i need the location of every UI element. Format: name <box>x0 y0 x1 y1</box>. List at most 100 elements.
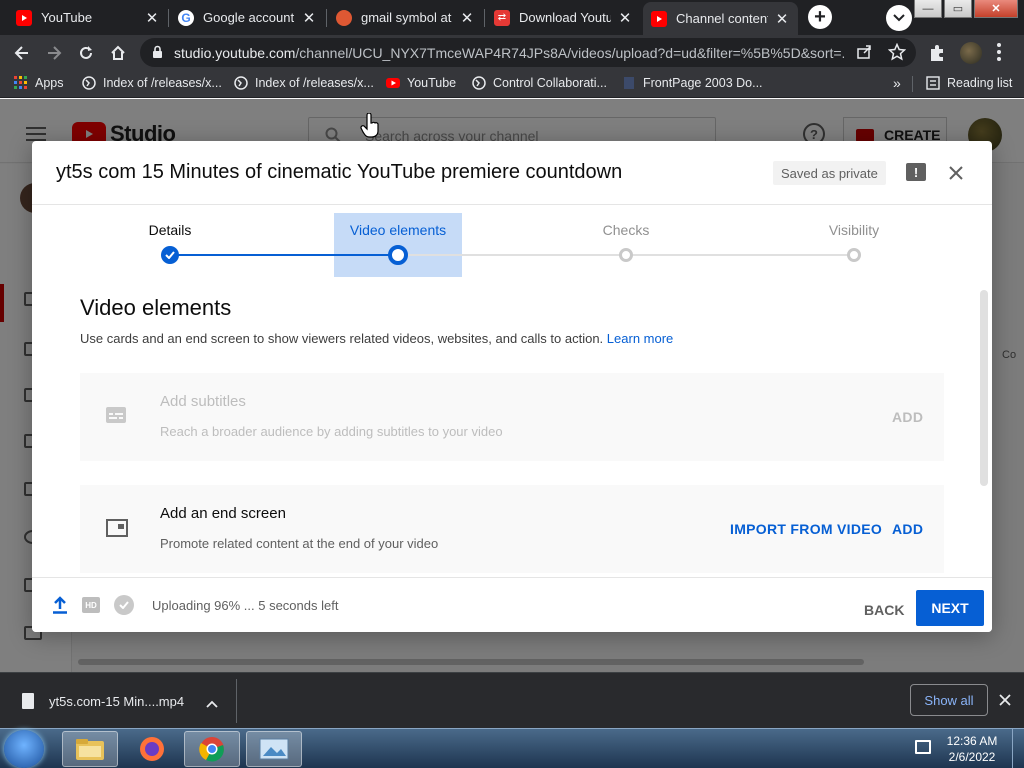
card-title: Add an end screen <box>160 505 286 522</box>
tab-search-button[interactable] <box>886 5 912 31</box>
reading-list-label: Reading list <box>947 76 1013 90</box>
browser-tab-channel-content[interactable]: Channel content ✕ <box>643 2 798 35</box>
bookmark-youtube[interactable]: YouTube <box>386 76 456 90</box>
close-tab-icon[interactable]: ✕ <box>459 10 475 27</box>
dialog-title: yt5s com 15 Minutes of cinematic YouTube… <box>56 161 623 183</box>
dialog-vertical-scrollbar[interactable] <box>980 290 988 486</box>
step-todo-dot-visibility[interactable] <box>847 248 861 262</box>
reload-button[interactable] <box>74 41 98 65</box>
close-tab-icon[interactable]: ✕ <box>144 10 160 27</box>
back-button[interactable]: BACK <box>852 592 916 628</box>
firefox-icon <box>140 737 164 761</box>
dialog-header: yt5s com 15 Minutes of cinematic YouTube… <box>32 141 992 205</box>
tab-divider <box>168 9 169 27</box>
bookmarks-divider <box>912 76 913 92</box>
add-subtitles-card: Add subtitles Reach a broader audience b… <box>80 373 944 461</box>
bookmark-index-releases-2[interactable]: Index of /releases/x... <box>234 76 374 90</box>
chrome-icon <box>199 737 224 762</box>
bookmark-label: Apps <box>35 76 64 90</box>
bookmark-star-icon[interactable] <box>887 42 907 66</box>
youtube-icon <box>386 76 400 90</box>
import-from-video-button[interactable]: IMPORT FROM VIDEO <box>730 521 882 537</box>
profile-avatar[interactable] <box>960 42 982 64</box>
restore-window-button[interactable]: ▭ <box>944 0 972 18</box>
hd-processing-icon: HD <box>82 597 100 613</box>
extensions-puzzle-icon[interactable] <box>928 44 946 67</box>
bookmark-frontpage-2003[interactable]: FrontPage 2003 Do... <box>622 76 763 90</box>
lock-icon[interactable] <box>152 45 163 64</box>
url-text[interactable]: studio.youtube.com/channel/UCU_NYX7TmceW… <box>174 45 844 61</box>
reading-list-button[interactable]: Reading list <box>926 76 1012 90</box>
kebab-menu-icon[interactable] <box>997 43 1003 64</box>
globe-icon <box>82 76 96 90</box>
bookmarks-overflow-chevron-icon[interactable]: » <box>893 75 901 91</box>
bookmark-control-collaboration[interactable]: Control Collaborati... <box>472 76 607 90</box>
taskbar-firefox[interactable] <box>124 731 180 767</box>
card-description: Promote related content at the end of yo… <box>160 536 439 551</box>
step-label-details[interactable]: Details <box>149 222 192 238</box>
bookmark-index-releases-1[interactable]: Index of /releases/x... <box>82 76 222 90</box>
browser-toolbar: studio.youtube.com/channel/UCU_NYX7TmceW… <box>0 35 1024 70</box>
bookmark-label: Index of /releases/x... <box>103 76 222 90</box>
learn-more-link[interactable]: Learn more <box>607 331 673 346</box>
bookmark-label: Index of /releases/x... <box>255 76 374 90</box>
download-file-name[interactable]: yt5s.com-15 Min....mp4 <box>49 694 184 709</box>
minimize-window-button[interactable]: — <box>914 0 942 18</box>
bookmark-apps[interactable]: Apps <box>14 76 64 90</box>
browser-tab-google-account[interactable]: G Google account i ✕ <box>170 2 325 33</box>
step-label-checks[interactable]: Checks <box>603 222 650 238</box>
arrow-right-icon <box>48 46 62 60</box>
saved-status-badge: Saved as private <box>773 161 886 185</box>
checks-complete-icon <box>114 595 134 615</box>
step-todo-dot-checks[interactable] <box>619 248 633 262</box>
close-window-button[interactable]: ✕ <box>974 0 1018 18</box>
apps-grid-icon <box>14 76 28 90</box>
feedback-icon[interactable]: ! <box>906 163 926 181</box>
next-button[interactable]: NEXT <box>916 590 984 626</box>
step-label-visibility[interactable]: Visibility <box>829 222 879 238</box>
new-tab-button[interactable]: + <box>808 5 832 29</box>
close-tab-icon[interactable]: ✕ <box>774 11 790 28</box>
step-label-video-elements[interactable]: Video elements <box>350 222 446 238</box>
tab-divider <box>326 9 327 27</box>
show-desktop-button[interactable] <box>1012 729 1024 768</box>
close-tab-icon[interactable]: ✕ <box>617 10 633 27</box>
upload-video-dialog: yt5s com 15 Minutes of cinematic YouTube… <box>32 141 992 632</box>
show-all-downloads-button[interactable]: Show all <box>910 684 988 716</box>
share-icon[interactable] <box>856 44 872 65</box>
section-title: Video elements <box>80 295 232 320</box>
step-current-dot[interactable] <box>388 245 408 265</box>
page-icon <box>622 76 636 90</box>
browser-tab-download-youtube[interactable]: ⇄ Download Youtub ✕ <box>486 2 641 33</box>
clock-time: 12:36 AM <box>946 734 998 748</box>
taskbar-explorer[interactable] <box>62 731 118 767</box>
add-subtitles-button[interactable]: ADD <box>892 409 923 425</box>
download-favicon-icon: ⇄ <box>494 9 510 26</box>
add-end-screen-button[interactable]: ADD <box>892 521 923 537</box>
taskbar-photo-viewer[interactable] <box>246 731 302 767</box>
card-description: Reach a broader audience by adding subti… <box>160 424 503 439</box>
browser-tab-gmail-symbol[interactable]: gmail symbol at D ✕ <box>328 2 483 33</box>
back-nav-button[interactable] <box>10 41 34 65</box>
google-favicon-icon: G <box>178 9 194 26</box>
home-button[interactable] <box>106 41 130 65</box>
system-clock[interactable]: 12:36 AM 2/6/2022 <box>940 733 1004 765</box>
close-shelf-icon[interactable] <box>999 693 1011 711</box>
hand-cursor-icon <box>360 113 379 138</box>
start-orb-button[interactable] <box>4 730 44 768</box>
chevron-up-icon[interactable] <box>206 695 218 713</box>
arrow-left-icon <box>14 46 28 60</box>
file-icon <box>22 693 34 709</box>
network-tray-icon[interactable] <box>915 740 931 754</box>
reading-list-icon <box>926 76 940 90</box>
dialog-footer: HD Uploading 96% ... 5 seconds left BACK… <box>32 577 992 632</box>
forward-nav-button[interactable] <box>42 41 66 65</box>
close-dialog-icon[interactable] <box>946 163 966 183</box>
taskbar-chrome[interactable] <box>184 731 240 767</box>
add-end-screen-card: Add an end screen Promote related conten… <box>80 485 944 573</box>
browser-tab-youtube[interactable]: YouTube ✕ <box>8 2 168 33</box>
section-description: Use cards and an end screen to show view… <box>80 331 673 346</box>
address-bar[interactable]: studio.youtube.com/channel/UCU_NYX7TmceW… <box>140 38 916 67</box>
step-done-check-icon[interactable] <box>161 246 179 264</box>
close-tab-icon[interactable]: ✕ <box>301 10 317 27</box>
